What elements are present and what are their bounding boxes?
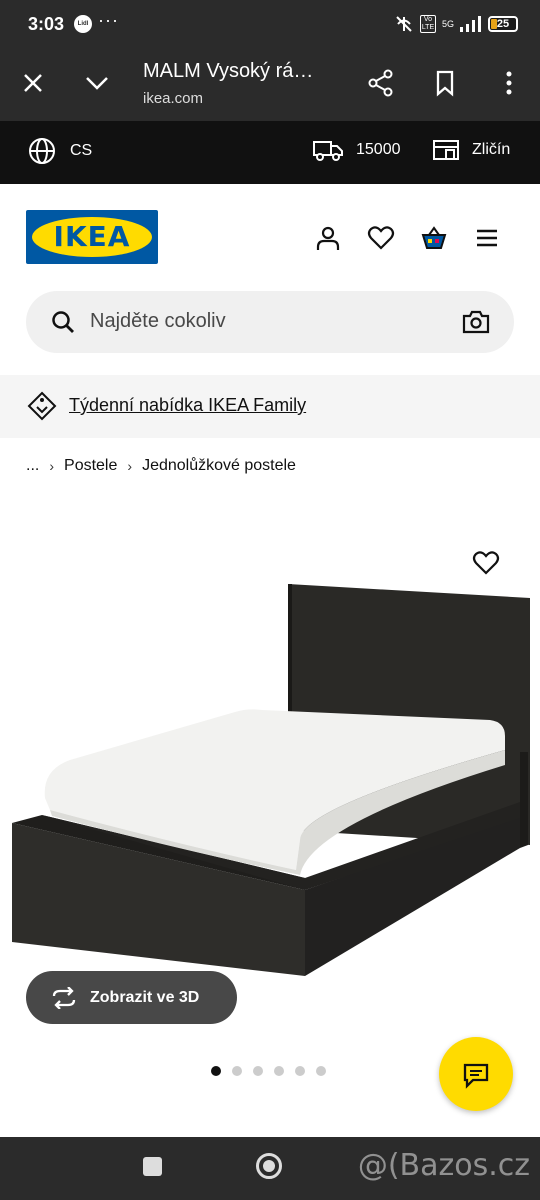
family-offer-link[interactable]: Týdenní nabídka IKEA Family: [69, 395, 306, 416]
store-selector[interactable]: Zličín: [432, 137, 510, 163]
chevron-right-icon: ›: [49, 458, 55, 474]
battery-icon: 25: [488, 16, 518, 32]
breadcrumb-ellipsis[interactable]: ...: [26, 457, 39, 475]
utility-bar: CS 15000 Zličín: [0, 121, 540, 184]
delivery-label: 15000: [356, 141, 401, 158]
page-title: MALM Vysoký rá…: [143, 60, 314, 82]
status-time: 3:03: [28, 14, 65, 34]
status-bar: 3:03 Lidl ··· Vo LTE 5G 25: [0, 0, 540, 50]
tag-icon: [27, 391, 57, 421]
battery-level: 25: [496, 18, 510, 30]
signal-icon: [460, 16, 481, 32]
breadcrumb: ... › Postele › Jednolůžkové postele: [26, 457, 296, 475]
carousel-dot[interactable]: [232, 1066, 242, 1076]
network-type: 5G: [441, 19, 454, 29]
ikea-logo[interactable]: IKEA: [26, 210, 158, 264]
product-image[interactable]: [0, 540, 540, 1000]
store-icon: [433, 140, 459, 160]
breadcrumb-item-jednoluzkove[interactable]: Jednolůžkové postele: [142, 457, 296, 475]
carousel-dot[interactable]: [253, 1066, 263, 1076]
mute-icon: [396, 16, 412, 32]
delivery-postcode[interactable]: 15000: [312, 137, 401, 163]
home-button[interactable]: [256, 1153, 282, 1179]
bookmark-icon[interactable]: [430, 68, 460, 98]
basket-icon[interactable]: [420, 224, 448, 252]
search-input[interactable]: Najděte cokoliv: [90, 310, 226, 333]
view-3d-label: Zobrazit ve 3D: [90, 988, 200, 1006]
language-label: CS: [70, 142, 93, 159]
browser-toolbar: MALM Vysoký rá… ikea.com: [0, 50, 540, 121]
volte-icon: Vo LTE: [419, 15, 436, 33]
watermark: @(Bazos.cz: [357, 1148, 530, 1183]
store-label: Zličín: [472, 141, 511, 158]
carousel-dot[interactable]: [211, 1066, 221, 1076]
share-icon[interactable]: [366, 68, 396, 98]
page-url: ikea.com: [143, 90, 204, 107]
chevron-right-icon: ›: [127, 458, 133, 474]
search-bar[interactable]: Najděte cokoliv: [26, 291, 514, 353]
heart-icon[interactable]: [367, 224, 395, 252]
language-selector[interactable]: CS: [28, 137, 92, 165]
globe-icon: [29, 138, 55, 164]
close-icon[interactable]: [18, 68, 48, 98]
chat-button[interactable]: [439, 1037, 513, 1111]
lidl-app-icon: Lidl: [74, 15, 92, 33]
status-more-icon: ···: [98, 10, 119, 30]
carousel-dot[interactable]: [316, 1066, 326, 1076]
hamburger-icon[interactable]: [473, 224, 501, 252]
add-to-wishlist-icon[interactable]: [472, 549, 500, 577]
view-3d-button[interactable]: Zobrazit ve 3D: [26, 971, 237, 1024]
truck-icon: [313, 141, 343, 161]
status-indicators: Vo LTE 5G 25: [394, 14, 518, 34]
family-offer-banner[interactable]: Týdenní nabídka IKEA Family: [0, 375, 540, 438]
recents-button[interactable]: [143, 1157, 162, 1176]
chat-icon: [463, 1063, 489, 1089]
logo-text: IKEA: [53, 220, 131, 253]
breadcrumb-item-postele[interactable]: Postele: [64, 457, 117, 475]
camera-icon[interactable]: [462, 309, 490, 335]
carousel-indicator: [211, 1066, 326, 1076]
search-icon: [52, 311, 74, 333]
chevron-down-icon[interactable]: [82, 68, 112, 98]
carousel-dot[interactable]: [295, 1066, 305, 1076]
more-vert-icon[interactable]: [494, 68, 524, 98]
carousel-dot[interactable]: [274, 1066, 284, 1076]
user-icon[interactable]: [314, 224, 342, 252]
rotate-3d-icon: [52, 986, 76, 1009]
